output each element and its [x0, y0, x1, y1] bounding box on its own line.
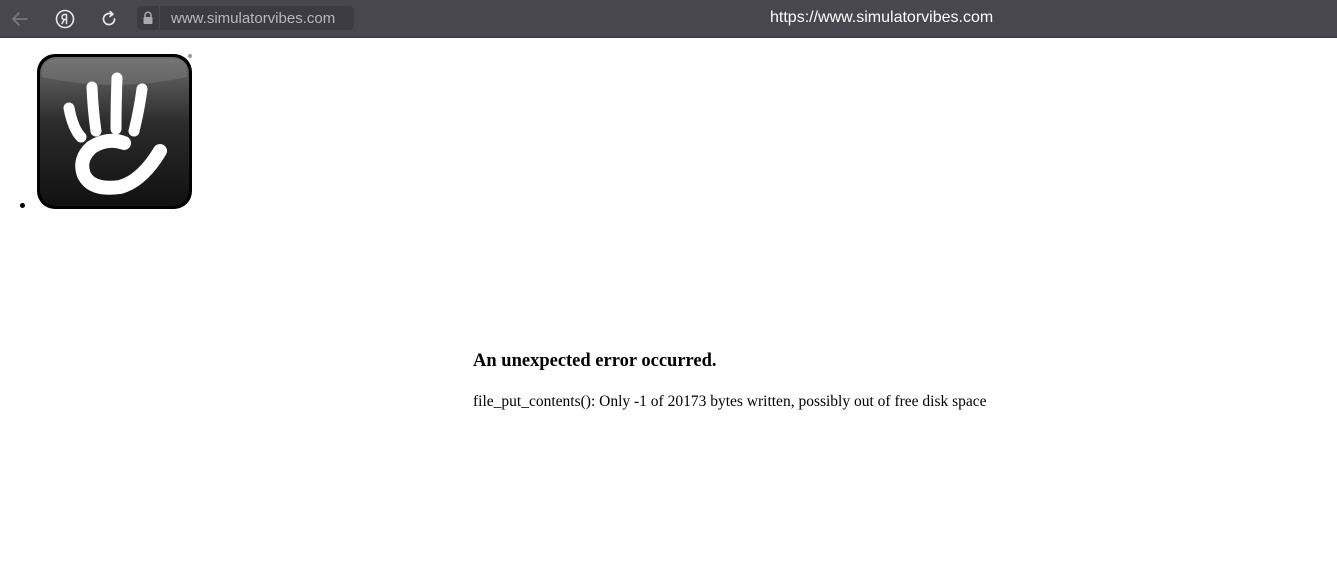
list-bullet [20, 203, 25, 208]
back-arrow-icon [12, 12, 28, 26]
browser-toolbar: www.simulatorvibes.com https://www.simul… [0, 0, 1337, 38]
yandex-button[interactable] [53, 7, 77, 31]
address-bar[interactable]: www.simulatorvibes.com [137, 6, 354, 30]
page-url-title: https://www.simulatorvibes.com [770, 9, 994, 26]
back-button[interactable] [8, 7, 32, 31]
address-text: www.simulatorvibes.com [171, 9, 336, 27]
yandex-icon [55, 9, 75, 29]
concrete5-hand-logo-icon [37, 54, 192, 209]
reload-icon [102, 10, 116, 26]
site-logo[interactable] [36, 53, 194, 211]
reload-button[interactable] [97, 7, 121, 31]
error-heading: An unexpected error occurred. [473, 351, 717, 371]
lock-icon [143, 11, 153, 24]
site-security-button[interactable] [137, 6, 160, 30]
page-content: An unexpected error occurred. file_put_c… [0, 38, 1337, 576]
error-message: file_put_contents(): Only -1 of 20173 by… [473, 393, 987, 410]
